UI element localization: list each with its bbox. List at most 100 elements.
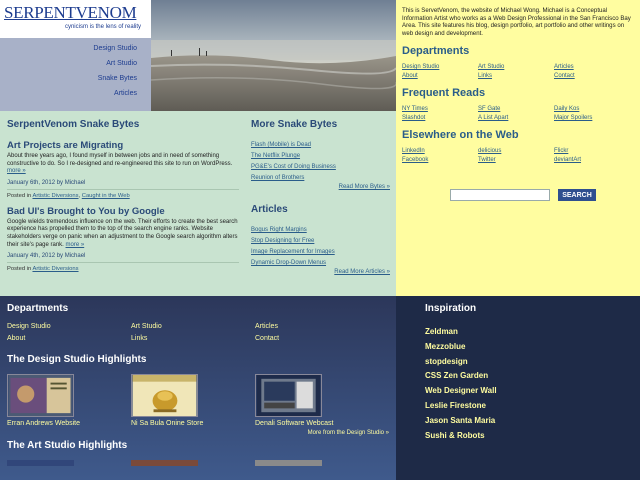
read-a-list-apart[interactable]: A List Apart xyxy=(478,115,554,121)
footer-dept-about[interactable]: About xyxy=(7,335,131,342)
byte-link[interactable]: Flash (Mobile) is Dead xyxy=(251,142,311,148)
beach-photo-image xyxy=(151,0,396,111)
dept-design-studio[interactable]: Design Studio xyxy=(402,64,478,70)
nav-item: Snake Bytes xyxy=(0,71,137,86)
read-daily-kos[interactable]: Daily Kos xyxy=(554,106,630,112)
dept-articles[interactable]: Articles xyxy=(554,64,630,70)
highlight-item: Denali Software Webcast xyxy=(255,374,379,427)
post-more-link[interactable]: more » xyxy=(7,168,26,174)
search-button[interactable]: SEARCH xyxy=(558,189,596,202)
social-flickr[interactable]: Flickr xyxy=(554,148,630,154)
list-item: Sushi & Robots xyxy=(425,429,640,444)
posted-in-label: Posted in xyxy=(7,192,32,199)
read-sf-gate[interactable]: SF Gate xyxy=(478,106,554,112)
dept-art-studio[interactable]: Art Studio xyxy=(478,64,554,70)
article-link[interactable]: Image Replacement for Images xyxy=(251,249,335,255)
social-twitter[interactable]: Twitter xyxy=(478,157,554,163)
main-nav: Design Studio Art Studio Snake Bytes Art… xyxy=(0,41,151,101)
inspiration-link[interactable]: Web Designer Wall xyxy=(425,386,497,395)
footer-dept-design-studio[interactable]: Design Studio xyxy=(7,323,131,330)
dept-links[interactable]: Links xyxy=(478,73,554,79)
read-more-articles-link[interactable]: Read More Articles » xyxy=(334,269,390,275)
inspiration-link[interactable]: Sushi & Robots xyxy=(425,431,485,440)
social-deviantart[interactable]: deviantArt xyxy=(554,157,630,163)
footer-dept-links[interactable]: Links xyxy=(131,335,255,342)
inspiration-link[interactable]: Zeldman xyxy=(425,327,458,336)
search-input[interactable] xyxy=(450,189,550,202)
posted-in-label: Posted in xyxy=(7,266,32,273)
nav-design-studio[interactable]: Design Studio xyxy=(93,45,137,52)
category-link[interactable]: Caught in the Web xyxy=(82,193,130,199)
inspiration-link[interactable]: CSS Zen Garden xyxy=(425,371,488,380)
byte-link[interactable]: Reunion of Brothers xyxy=(251,175,304,181)
list-item: Leslie Firestone xyxy=(425,399,640,414)
nav-snake-bytes[interactable]: Snake Bytes xyxy=(98,75,137,82)
articles-heading: Articles xyxy=(251,204,288,215)
erran-andrews-thumbnail[interactable] xyxy=(7,374,74,417)
list-item: Image Replacement for Images xyxy=(251,246,390,257)
inspiration-heading: Inspiration xyxy=(425,303,477,314)
highlight-item: Ni Sa Bula Onine Store xyxy=(131,374,255,427)
footer-dept-contact[interactable]: Contact xyxy=(255,335,379,342)
art-thumbnail[interactable] xyxy=(131,460,198,466)
read-more-bytes-link[interactable]: Read More Bytes » xyxy=(339,184,390,190)
social-facebook[interactable]: Facebook xyxy=(402,157,478,163)
frequent-reads-links: NY Times SF Gate Daily Kos Slashdot A Li… xyxy=(402,106,634,121)
more-bytes-list: Flash (Mobile) is Dead The Netflix Plung… xyxy=(251,139,390,183)
read-slashdot[interactable]: Slashdot xyxy=(402,115,478,121)
blog-post: Art Projects are Migrating About three y… xyxy=(7,140,239,199)
social-linkedin[interactable]: LinkedIn xyxy=(402,148,478,154)
post-more-link[interactable]: more » xyxy=(66,242,85,248)
list-item: Stop Designing for Free xyxy=(251,235,390,246)
footer-main: Departments Design Studio Art Studio Art… xyxy=(0,296,396,480)
highlight-caption[interactable]: Ni Sa Bula Onine Store xyxy=(131,420,255,427)
post-title-link[interactable]: Bad UI's Brought to You by Google xyxy=(7,206,165,217)
dept-contact[interactable]: Contact xyxy=(554,73,630,79)
site-intro: This is ServetVenom, the website of Mich… xyxy=(402,7,631,37)
art-thumbnail[interactable] xyxy=(255,460,322,466)
list-item: Zeldman xyxy=(425,325,640,340)
list-item: Web Designer Wall xyxy=(425,384,640,399)
ni-sa-bula-thumbnail[interactable] xyxy=(131,374,198,417)
byte-link[interactable]: PG&E's Cost of Doing Business xyxy=(251,164,336,170)
article-link[interactable]: Dynamic Drop-Down Menus xyxy=(251,260,326,266)
list-item: Dynamic Drop-Down Menus xyxy=(251,257,390,268)
footer-dept-art-studio[interactable]: Art Studio xyxy=(131,323,255,330)
inspiration-panel: Inspiration Zeldman Mezzoblue stopdesign… xyxy=(396,296,640,480)
denali-webcast-thumbnail[interactable] xyxy=(255,374,322,417)
departments-heading: Departments xyxy=(402,45,470,58)
category-link[interactable]: Artistic Diversions xyxy=(32,266,78,272)
inspiration-link[interactable]: Mezzoblue xyxy=(425,342,465,351)
category-link[interactable]: Artistic Diversions xyxy=(32,193,78,199)
social-delicious[interactable]: delicious xyxy=(478,148,554,154)
inspiration-link[interactable]: Leslie Firestone xyxy=(425,401,486,410)
byte-link[interactable]: The Netflix Plunge xyxy=(251,153,300,159)
list-item: stopdesign xyxy=(425,355,640,370)
list-item: Jason Santa Maria xyxy=(425,414,640,429)
nav-articles[interactable]: Articles xyxy=(114,90,137,97)
article-link[interactable]: Stop Designing for Free xyxy=(251,238,314,244)
intro-sidebar: This is ServetVenom, the website of Mich… xyxy=(396,0,640,296)
highlight-caption[interactable]: Denali Software Webcast xyxy=(255,420,379,427)
site-logo[interactable]: SERPENTVENOM xyxy=(4,3,147,23)
post-categories: Posted in Artistic Diversions xyxy=(7,262,239,272)
highlight-item: Erran Andrews Website xyxy=(7,374,131,427)
inspiration-link[interactable]: stopdesign xyxy=(425,357,468,366)
read-ny-times[interactable]: NY Times xyxy=(402,106,478,112)
nav-art-studio[interactable]: Art Studio xyxy=(106,60,137,67)
header-beach-photo xyxy=(151,0,396,111)
list-item: CSS Zen Garden xyxy=(425,369,640,384)
footer-dept-articles[interactable]: Articles xyxy=(255,323,379,330)
highlight-caption[interactable]: Erran Andrews Website xyxy=(7,420,131,427)
dept-about[interactable]: About xyxy=(402,73,478,79)
read-major-spoilers[interactable]: Major Spoilers xyxy=(554,115,630,121)
more-design-studio-link[interactable]: More from the Design Studio » xyxy=(308,430,389,436)
post-title-link[interactable]: Art Projects are Migrating xyxy=(7,140,123,151)
art-studio-highlights-heading: The Art Studio Highlights xyxy=(7,440,128,451)
post-categories: Posted in Artistic Diversions, Caught in… xyxy=(7,188,239,199)
article-link[interactable]: Bogus Right Margins xyxy=(251,227,307,233)
post-excerpt: About three years ago, I found myself in… xyxy=(7,153,239,176)
art-thumbnail[interactable] xyxy=(7,460,74,466)
inspiration-link[interactable]: Jason Santa Maria xyxy=(425,416,495,425)
search-form: SEARCH xyxy=(402,189,634,202)
